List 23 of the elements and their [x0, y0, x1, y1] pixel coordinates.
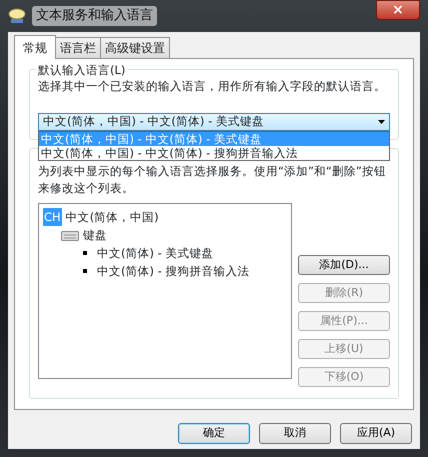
- dialog-button[interactable]: 应用(A): [340, 423, 412, 444]
- dropdown-option[interactable]: 中文(简体，中国) - 中文(简体) - 搜狗拼音输入法: [39, 146, 389, 160]
- bullet-icon: [83, 251, 87, 256]
- tab[interactable]: 常规: [14, 35, 56, 59]
- service-button[interactable]: 添加(D)...: [298, 255, 390, 276]
- tree-item[interactable]: 中文(简体) - 美式键盘: [97, 244, 214, 262]
- tree-item[interactable]: 中文(简体) - 搜狗拼音输入法: [97, 262, 250, 280]
- language-dropdown[interactable]: 中文(简体，中国) - 中文(简体) - 美式键盘: [38, 113, 390, 131]
- tree-item[interactable]: 键盘: [83, 226, 107, 244]
- tab[interactable]: 语言栏: [55, 37, 101, 58]
- speech-bubble-icon: [8, 8, 26, 24]
- window-title: 文本服务和输入语言: [32, 6, 157, 26]
- close-button[interactable]: ×: [376, 0, 420, 20]
- description-text: 选择其中一个已安装的输入语言，用作所有输入字段的默认语言。: [38, 78, 387, 95]
- dialog-button[interactable]: 取消: [259, 423, 331, 444]
- bullet-icon: [83, 269, 87, 274]
- caret-icon: [378, 120, 385, 124]
- description-text: 为列表中显示的每个输入语言选择服务。使用“添加”和“删除”按钮来修改这个列表。: [38, 163, 387, 198]
- language-badge: CH: [43, 208, 62, 226]
- dialog-button[interactable]: 确定: [178, 423, 250, 444]
- keyboard-icon: [61, 229, 79, 242]
- tab[interactable]: 高级键设置: [100, 37, 170, 58]
- tree-item[interactable]: 中文(简体，中国): [66, 208, 159, 226]
